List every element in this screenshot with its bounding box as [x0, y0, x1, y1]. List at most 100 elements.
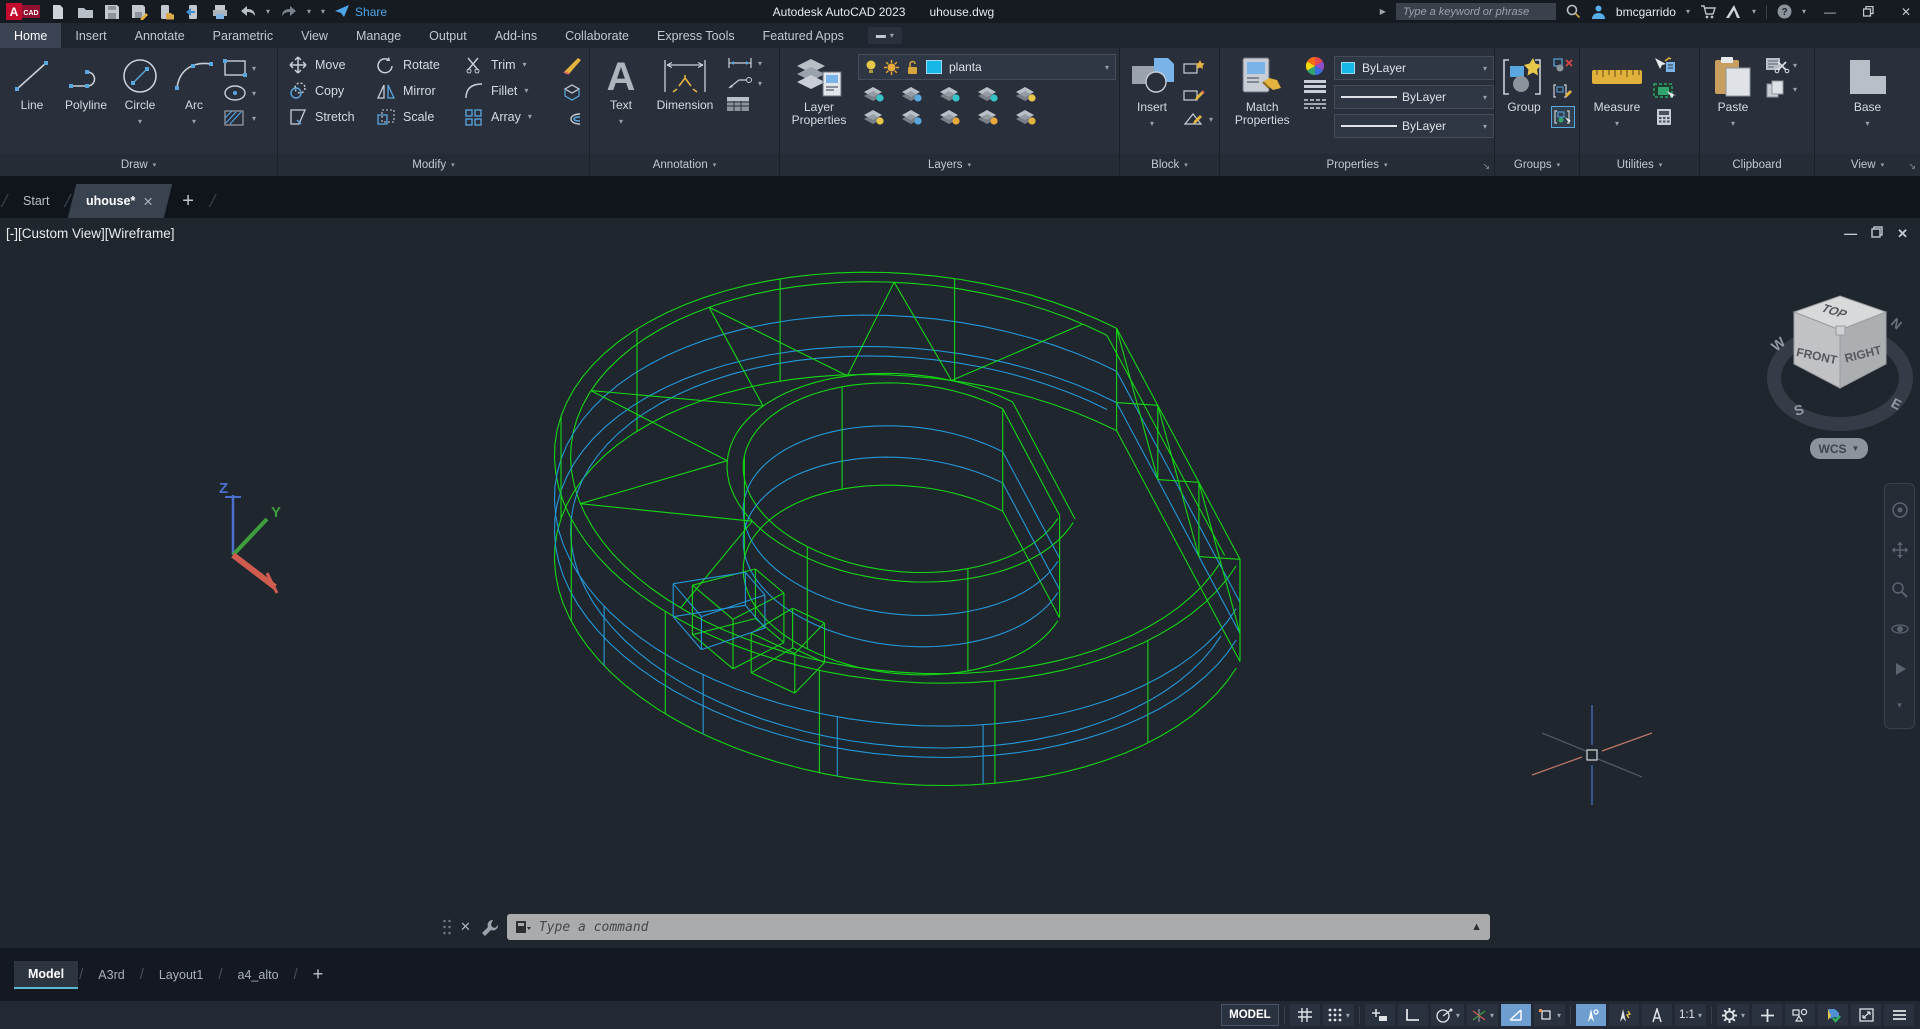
- ribbon-display-toggle[interactable]: ▬ ▾: [867, 27, 902, 44]
- ribbon-tab-expresstools[interactable]: Express Tools: [643, 23, 749, 48]
- ribbon-tab-addins[interactable]: Add-ins: [481, 23, 551, 48]
- mirror-button[interactable]: Mirror: [376, 78, 460, 103]
- match-properties-button[interactable]: Match Properties: [1228, 52, 1297, 127]
- isodraft-toggle[interactable]: ▾: [1466, 1004, 1498, 1026]
- workspace-switching[interactable]: ▾: [1716, 1004, 1749, 1026]
- array-dropdown-icon[interactable]: ▾: [528, 112, 532, 121]
- panel-label-view[interactable]: View ▾: [1815, 154, 1920, 176]
- autodesk-logo-icon[interactable]: [1725, 5, 1742, 18]
- copy-clip-button[interactable]: ▾: [1764, 80, 1797, 98]
- stretch-button[interactable]: Stretch: [288, 104, 372, 129]
- panel-label-groups[interactable]: Groups ▾: [1495, 154, 1579, 176]
- lineweight-icon[interactable]: [1304, 80, 1327, 94]
- polyline-button[interactable]: Polyline: [60, 52, 112, 112]
- ribbon-tab-collaborate[interactable]: Collaborate: [551, 23, 643, 48]
- panel-label-block[interactable]: Block ▾: [1120, 154, 1219, 176]
- hatch-button[interactable]: ▾: [222, 108, 256, 128]
- panel-label-properties[interactable]: Properties ▾: [1220, 154, 1494, 176]
- edit-attributes-button[interactable]: ▾: [1182, 110, 1213, 128]
- ortho-toggle[interactable]: [1397, 1004, 1428, 1026]
- panel-label-clipboard[interactable]: Clipboard: [1700, 154, 1814, 176]
- layer-properties-button[interactable]: Layer Properties: [788, 52, 850, 127]
- annotation-scale-icon[interactable]: [1641, 1004, 1672, 1026]
- ribbon-tab-output[interactable]: Output: [415, 23, 481, 48]
- navigation-bar[interactable]: ▾: [1884, 483, 1915, 729]
- annotation-scale-value[interactable]: 1:1 ▾: [1674, 1004, 1706, 1026]
- ribbon-tab-parametric[interactable]: Parametric: [199, 23, 287, 48]
- measure-button[interactable]: Measure ▾: [1586, 52, 1648, 130]
- open-from-web-icon[interactable]: [158, 4, 175, 20]
- panel-label-annotation[interactable]: Annotation ▾: [590, 154, 779, 176]
- new-layout-button[interactable]: +: [299, 958, 338, 991]
- command-history-icon[interactable]: ▲: [1471, 921, 1482, 933]
- save-icon[interactable]: [104, 4, 121, 19]
- text-dropdown-icon[interactable]: ▾: [619, 115, 623, 128]
- file-tab-start[interactable]: Start: [9, 184, 63, 218]
- fillet-dropdown-icon[interactable]: ▾: [524, 86, 528, 95]
- quick-select-button[interactable]: [1652, 54, 1676, 76]
- autocad-logo-icon[interactable]: A CAD: [6, 3, 40, 20]
- plot-icon[interactable]: [212, 4, 229, 19]
- layer-tool-icon[interactable]: [900, 84, 924, 103]
- annotation-visibility-toggle[interactable]: [1575, 1004, 1606, 1026]
- close-button[interactable]: ✕: [1892, 0, 1920, 23]
- save-to-web-icon[interactable]: [185, 4, 202, 19]
- rectangle-button[interactable]: ▾: [222, 58, 256, 78]
- new-file-icon[interactable]: [50, 4, 67, 19]
- restore-button[interactable]: [1854, 0, 1882, 23]
- save-as-icon[interactable]: [131, 4, 148, 20]
- wcs-menu[interactable]: WCS ▼: [1810, 438, 1868, 459]
- layer-tool-icon[interactable]: [938, 107, 962, 126]
- panel-label-modify[interactable]: Modify ▾: [278, 154, 589, 176]
- file-tab-close-icon[interactable]: ✕: [144, 194, 154, 209]
- annotation-monitor[interactable]: [1752, 1004, 1782, 1026]
- ellipse-button[interactable]: ▾: [222, 84, 256, 102]
- arc-dropdown-icon[interactable]: ▾: [192, 115, 196, 128]
- customization-menu[interactable]: [1884, 1004, 1914, 1026]
- panel-label-layers[interactable]: Layers ▾: [780, 154, 1119, 176]
- panel-label-utilities[interactable]: Utilities ▾: [1580, 154, 1699, 176]
- text-button[interactable]: A Text ▾: [598, 52, 644, 128]
- command-grip-icon[interactable]: [442, 919, 452, 935]
- copy-button[interactable]: Copy: [288, 78, 372, 103]
- minimize-button[interactable]: —: [1816, 0, 1844, 23]
- ribbon-tab-home[interactable]: Home: [0, 23, 62, 48]
- file-tab-uhouse[interactable]: uhouse* ✕: [68, 184, 173, 218]
- object-snap-toggle[interactable]: ▾: [1533, 1004, 1565, 1026]
- cut-button[interactable]: ▾: [1764, 56, 1797, 74]
- isolate-objects[interactable]: [1785, 1004, 1815, 1026]
- command-input[interactable]: Type a command ▲: [506, 914, 1490, 940]
- undo-icon[interactable]: [239, 4, 256, 19]
- redo-icon[interactable]: [280, 4, 297, 19]
- paste-button[interactable]: Paste ▾: [1706, 52, 1760, 130]
- insert-button[interactable]: Insert ▾: [1124, 52, 1180, 130]
- layer-tool-icon[interactable]: [938, 84, 962, 103]
- layout-tab-a4alto[interactable]: a4_alto: [224, 962, 293, 988]
- dynamic-input-toggle[interactable]: [1364, 1004, 1395, 1026]
- arc-button[interactable]: Arc ▾: [168, 52, 220, 128]
- open-folder-icon[interactable]: [77, 4, 94, 19]
- show-motion-icon[interactable]: [1891, 660, 1909, 678]
- polar-tracking-toggle[interactable]: ▾: [1430, 1004, 1464, 1026]
- group-selection-toggle[interactable]: [1551, 106, 1575, 128]
- table-button[interactable]: [726, 96, 762, 112]
- layout-tab-model[interactable]: Model: [14, 960, 79, 989]
- ungroup-button[interactable]: [1551, 54, 1575, 76]
- layer-tool-icon[interactable]: [976, 107, 1000, 126]
- layer-dropdown[interactable]: planta ▾: [858, 54, 1116, 80]
- navbar-more-icon[interactable]: ▾: [1897, 700, 1902, 711]
- create-block-button[interactable]: [1182, 56, 1206, 78]
- undo-dropdown-icon[interactable]: ▾: [266, 7, 270, 16]
- circle-dropdown-icon[interactable]: ▾: [138, 115, 142, 128]
- layer-tool-icon[interactable]: [1014, 84, 1038, 103]
- username[interactable]: bmcgarrido: [1616, 5, 1676, 19]
- group-button[interactable]: Group: [1499, 52, 1549, 114]
- layer-tool-icon[interactable]: [1014, 107, 1038, 126]
- layout-tab-layout1[interactable]: Layout1: [145, 962, 217, 988]
- autoscale-toggle[interactable]: [1608, 1004, 1639, 1026]
- cart-icon[interactable]: [1700, 4, 1716, 19]
- explode-button[interactable]: [560, 81, 584, 103]
- measure-dropdown-icon[interactable]: ▾: [1615, 117, 1619, 130]
- customize-wrench-icon[interactable]: [479, 918, 499, 936]
- view-expander-icon[interactable]: ↘: [1908, 161, 1916, 172]
